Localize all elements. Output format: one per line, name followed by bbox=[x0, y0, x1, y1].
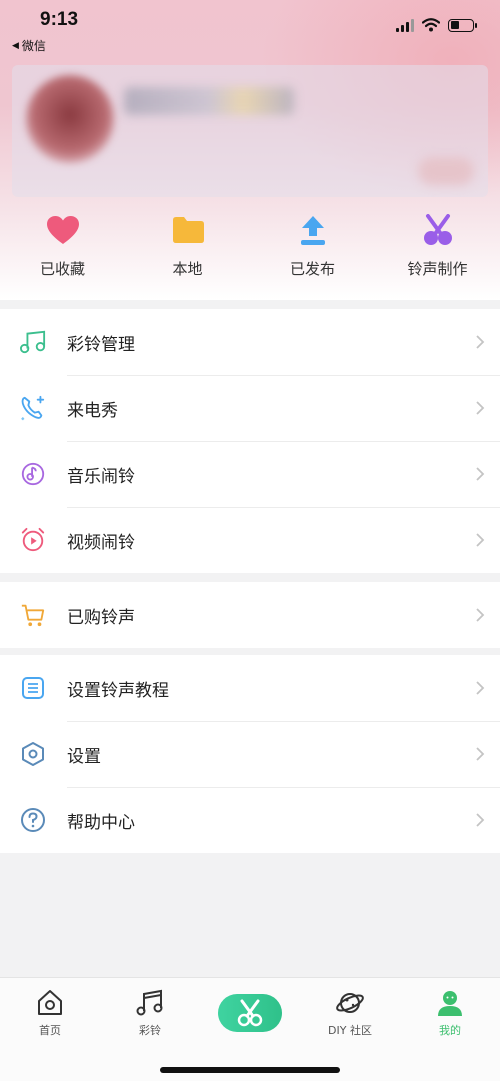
chevron-right-icon bbox=[476, 335, 485, 349]
menu-item-help-center[interactable]: 帮助中心 bbox=[0, 787, 500, 853]
status-bar: 9:13 ◀ 微信 bbox=[0, 0, 500, 56]
menu-item-settings[interactable]: 设置 bbox=[0, 721, 500, 787]
tab-label: 彩铃 bbox=[139, 1024, 161, 1037]
video-alarm-icon bbox=[20, 527, 46, 553]
heart-icon bbox=[43, 210, 83, 250]
menu-section-ringtone: 彩铃管理 来电秀 音乐闹铃 视频闹铃 bbox=[0, 309, 500, 573]
menu-item-label: 设置 bbox=[67, 746, 101, 767]
home-icon bbox=[38, 990, 62, 1015]
tab-mine[interactable]: 我的 bbox=[410, 988, 490, 1038]
menu-item-caller-show[interactable]: 来电秀 bbox=[0, 375, 500, 441]
menu-item-music-alarm[interactable]: 音乐闹铃 bbox=[0, 441, 500, 507]
status-icons bbox=[396, 18, 477, 32]
tab-home[interactable]: 首页 bbox=[10, 988, 90, 1038]
music-notes-icon bbox=[136, 989, 163, 1016]
chevron-right-icon bbox=[476, 608, 485, 622]
quick-action-local[interactable]: 本地 bbox=[138, 210, 238, 290]
menu-section-purchase: 已购铃声 bbox=[0, 582, 500, 648]
tab-diy-community[interactable]: DIY 社区 bbox=[310, 988, 390, 1038]
tab-cailing[interactable]: 彩铃 bbox=[110, 988, 190, 1038]
user-icon bbox=[438, 991, 462, 1016]
planet-icon bbox=[336, 993, 364, 1013]
ringtone-maker-button[interactable] bbox=[218, 994, 282, 1032]
chevron-right-icon bbox=[476, 533, 485, 547]
music-alarm-icon bbox=[20, 461, 46, 487]
back-to-wechat[interactable]: ◀ 微信 bbox=[12, 37, 46, 54]
phone-sparkle-icon bbox=[20, 395, 46, 421]
tab-label: 我的 bbox=[439, 1024, 461, 1037]
profile-action-blurred[interactable] bbox=[418, 157, 474, 185]
menu-item-video-alarm[interactable]: 视频闹铃 bbox=[0, 507, 500, 573]
help-circle-icon bbox=[20, 807, 46, 833]
scissors-icon bbox=[237, 999, 263, 1027]
tutorial-list-icon bbox=[20, 675, 46, 701]
back-triangle-icon: ◀ bbox=[12, 40, 19, 51]
folder-icon bbox=[168, 210, 208, 250]
avatar[interactable] bbox=[26, 75, 114, 163]
settings-hexagon-icon bbox=[20, 741, 46, 767]
chevron-right-icon bbox=[476, 747, 485, 761]
tab-label: 首页 bbox=[39, 1024, 61, 1037]
wifi-icon bbox=[422, 18, 440, 32]
menu-item-ringtone-tutorial[interactable]: 设置铃声教程 bbox=[0, 655, 500, 721]
quick-action-label: 已发布 bbox=[289, 260, 335, 278]
menu-section-settings: 设置铃声教程 设置 帮助中心 bbox=[0, 655, 500, 853]
quick-action-label: 铃声制作 bbox=[407, 260, 468, 278]
upload-icon bbox=[293, 210, 333, 250]
menu-item-label: 彩铃管理 bbox=[67, 334, 135, 355]
back-label: 微信 bbox=[21, 39, 46, 53]
menu-item-label: 来电秀 bbox=[67, 400, 118, 421]
menu-item-cailing-management[interactable]: 彩铃管理 bbox=[0, 309, 500, 375]
profile-card[interactable] bbox=[12, 65, 488, 197]
menu-item-label: 音乐闹铃 bbox=[67, 466, 135, 487]
menu-item-label: 已购铃声 bbox=[67, 607, 135, 628]
status-time: 9:13 bbox=[40, 9, 79, 30]
quick-action-published[interactable]: 已发布 bbox=[263, 210, 363, 290]
quick-action-label: 已收藏 bbox=[39, 260, 85, 278]
user-name-blurred bbox=[124, 87, 294, 115]
chevron-right-icon bbox=[476, 401, 485, 415]
home-indicator[interactable] bbox=[160, 1067, 340, 1073]
bottom-tab-bar: 首页 彩铃 DIY 社区 我的 bbox=[0, 977, 500, 1081]
scissors-icon bbox=[418, 210, 458, 250]
music-note-icon bbox=[20, 329, 46, 355]
quick-action-label: 本地 bbox=[172, 260, 203, 278]
menu-item-purchased-ringtones[interactable]: 已购铃声 bbox=[0, 582, 500, 648]
menu-item-label: 视频闹铃 bbox=[67, 532, 135, 553]
chevron-right-icon bbox=[476, 813, 485, 827]
chevron-right-icon bbox=[476, 681, 485, 695]
chevron-right-icon bbox=[476, 467, 485, 481]
battery-icon bbox=[448, 18, 477, 32]
tab-label: DIY 社区 bbox=[328, 1024, 372, 1037]
quick-action-favorites[interactable]: 已收藏 bbox=[13, 210, 113, 290]
menu-item-label: 设置铃声教程 bbox=[67, 680, 169, 701]
cellular-signal-icon bbox=[396, 18, 414, 32]
menu-item-label: 帮助中心 bbox=[67, 812, 135, 833]
quick-actions: 已收藏 本地 已发布 铃声制作 bbox=[0, 210, 500, 290]
quick-action-ringtone-maker[interactable]: 铃声制作 bbox=[388, 210, 488, 290]
shopping-cart-icon bbox=[20, 602, 46, 628]
